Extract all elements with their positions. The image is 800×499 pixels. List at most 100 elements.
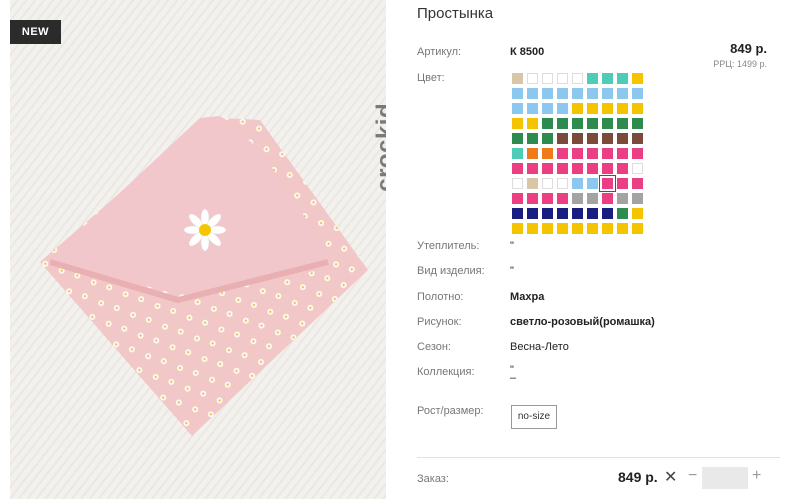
color-swatch[interactable]: [512, 133, 523, 144]
color-swatch[interactable]: [512, 103, 523, 114]
color-swatch[interactable]: [617, 133, 628, 144]
color-swatch[interactable]: [572, 193, 583, 204]
color-swatch[interactable]: [542, 193, 553, 204]
color-swatch[interactable]: [527, 193, 538, 204]
color-swatch[interactable]: [602, 163, 613, 174]
color-swatch[interactable]: [512, 163, 523, 174]
color-swatch[interactable]: [587, 133, 598, 144]
color-swatch[interactable]: [587, 193, 598, 204]
color-swatch[interactable]: [572, 208, 583, 219]
color-swatch[interactable]: [512, 118, 523, 129]
color-swatch[interactable]: [602, 208, 613, 219]
color-swatch[interactable]: [557, 148, 568, 159]
color-swatch[interactable]: [602, 73, 613, 84]
color-swatch[interactable]: [557, 118, 568, 129]
quantity-decrement-button[interactable]: −: [688, 467, 697, 485]
color-swatch[interactable]: [527, 88, 538, 99]
color-swatch[interactable]: [632, 73, 643, 84]
color-swatch[interactable]: [587, 163, 598, 174]
color-swatch[interactable]: [600, 176, 615, 191]
color-swatch[interactable]: [527, 223, 538, 234]
color-swatch[interactable]: [512, 73, 523, 84]
color-swatch[interactable]: [587, 73, 598, 84]
color-swatch[interactable]: [617, 223, 628, 234]
color-swatch[interactable]: [632, 208, 643, 219]
color-swatch[interactable]: [542, 148, 553, 159]
color-swatch[interactable]: [512, 88, 523, 99]
color-swatch[interactable]: [542, 118, 553, 129]
color-swatch[interactable]: [542, 73, 553, 84]
color-swatch[interactable]: [557, 208, 568, 219]
color-swatch[interactable]: [557, 73, 568, 84]
quantity-increment-button[interactable]: +: [752, 467, 761, 485]
color-swatch[interactable]: [572, 88, 583, 99]
color-swatch[interactable]: [602, 148, 613, 159]
color-swatch[interactable]: [572, 103, 583, 114]
color-swatch[interactable]: [602, 193, 613, 204]
color-swatch[interactable]: [587, 208, 598, 219]
color-swatch[interactable]: [572, 73, 583, 84]
color-swatch[interactable]: [527, 148, 538, 159]
color-swatch[interactable]: [572, 133, 583, 144]
color-swatch[interactable]: [632, 193, 643, 204]
color-swatch[interactable]: [632, 178, 643, 189]
color-swatch[interactable]: [557, 133, 568, 144]
color-swatch[interactable]: [632, 163, 643, 174]
color-swatch[interactable]: [527, 103, 538, 114]
color-swatch[interactable]: [542, 208, 553, 219]
color-swatch[interactable]: [512, 148, 523, 159]
color-swatch[interactable]: [557, 178, 568, 189]
color-swatch[interactable]: [572, 223, 583, 234]
color-swatch[interactable]: [572, 178, 583, 189]
color-swatch[interactable]: [617, 103, 628, 114]
color-swatch[interactable]: [602, 133, 613, 144]
color-swatch[interactable]: [542, 178, 553, 189]
color-swatch[interactable]: [512, 193, 523, 204]
color-swatch[interactable]: [587, 223, 598, 234]
color-swatch[interactable]: [542, 163, 553, 174]
color-swatch[interactable]: [557, 88, 568, 99]
color-swatch[interactable]: [527, 178, 538, 189]
color-swatch[interactable]: [512, 223, 523, 234]
color-swatch[interactable]: [602, 118, 613, 129]
color-swatch[interactable]: [587, 118, 598, 129]
color-swatch[interactable]: [617, 193, 628, 204]
size-option-button[interactable]: no-size: [511, 405, 557, 429]
color-swatch[interactable]: [527, 118, 538, 129]
color-swatch[interactable]: [602, 223, 613, 234]
color-swatch[interactable]: [587, 103, 598, 114]
color-swatch[interactable]: [632, 133, 643, 144]
color-swatch[interactable]: [632, 118, 643, 129]
color-swatch[interactable]: [512, 208, 523, 219]
color-swatch[interactable]: [617, 163, 628, 174]
color-swatch[interactable]: [557, 103, 568, 114]
color-swatch[interactable]: [557, 193, 568, 204]
remove-icon[interactable]: ✕: [664, 467, 677, 487]
color-swatch[interactable]: [602, 103, 613, 114]
color-swatch[interactable]: [512, 178, 523, 189]
color-swatch[interactable]: [617, 118, 628, 129]
quantity-input[interactable]: [702, 467, 748, 489]
color-swatch[interactable]: [572, 118, 583, 129]
color-swatch[interactable]: [617, 88, 628, 99]
color-swatch[interactable]: [587, 148, 598, 159]
color-swatch[interactable]: [632, 88, 643, 99]
color-swatch[interactable]: [617, 208, 628, 219]
color-swatch[interactable]: [542, 103, 553, 114]
color-swatch[interactable]: [557, 223, 568, 234]
color-swatch[interactable]: [527, 208, 538, 219]
color-swatch[interactable]: [587, 178, 598, 189]
color-swatch[interactable]: [617, 73, 628, 84]
color-swatch[interactable]: [632, 103, 643, 114]
color-swatch[interactable]: [572, 148, 583, 159]
color-swatch[interactable]: [542, 88, 553, 99]
color-swatch[interactable]: [542, 133, 553, 144]
color-swatch[interactable]: [617, 178, 628, 189]
color-swatch[interactable]: [617, 148, 628, 159]
color-swatch[interactable]: [527, 73, 538, 84]
color-swatch[interactable]: [557, 163, 568, 174]
color-swatch[interactable]: [527, 133, 538, 144]
color-swatch[interactable]: [542, 223, 553, 234]
color-swatch[interactable]: [527, 163, 538, 174]
color-swatch[interactable]: [587, 88, 598, 99]
